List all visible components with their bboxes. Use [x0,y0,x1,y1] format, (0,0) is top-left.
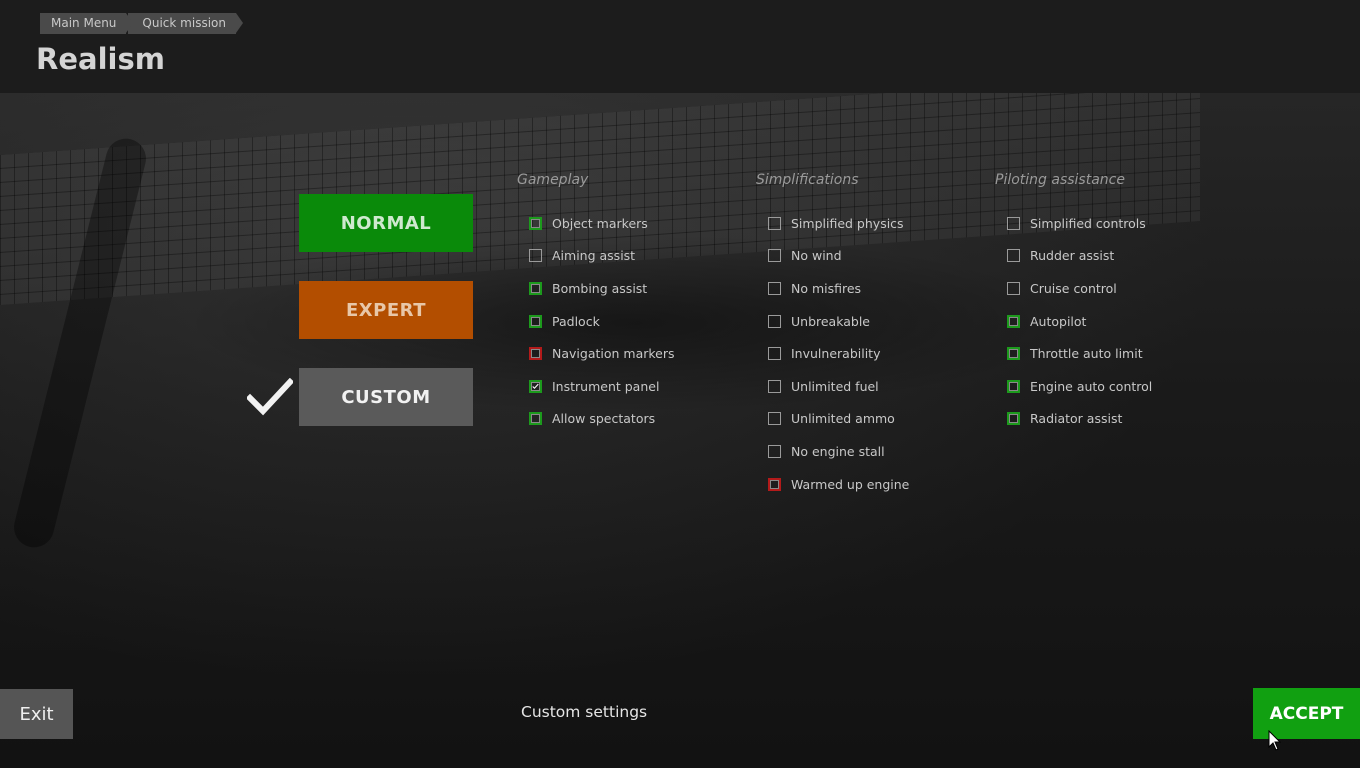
checkmark-icon [247,378,293,416]
checkbox-navigation-markers[interactable] [529,347,542,361]
piloting-title: Piloting assistance [995,172,1125,188]
exit-button[interactable]: Exit [0,689,73,739]
option-label: Radiator assist [1030,411,1123,427]
breadcrumb-main-menu[interactable]: Main Menu [40,13,134,34]
option-navigation-markers[interactable]: Navigation markers [517,337,747,370]
checkbox-throttle-auto-limit[interactable] [1007,347,1020,361]
checkbox-simplified-controls[interactable] [1007,216,1020,230]
checkbox-unbreakable[interactable] [768,314,781,328]
option-no-wind[interactable]: No wind [756,240,986,273]
option-label: Invulnerability [791,346,881,362]
checkbox-allow-spectators[interactable] [529,412,542,426]
option-warmed-up-engine[interactable]: Warmed up engine [756,468,986,501]
option-no-engine-stall[interactable]: No engine stall [756,435,986,468]
option-allow-spectators[interactable]: Allow spectators [517,403,747,436]
simplifications-title: Simplifications [756,172,859,188]
checkbox-unlimited-fuel[interactable] [768,379,781,393]
checkbox-instrument-panel[interactable] [529,379,542,393]
gameplay-title: Gameplay [517,172,589,188]
option-label: No wind [791,248,842,264]
simplifications-column: Simplifications Simplified physics No win… [756,168,986,500]
checkbox-aiming-assist[interactable] [529,249,542,263]
option-unlimited-ammo[interactable]: Unlimited ammo [756,403,986,436]
breadcrumb-quick-mission[interactable]: Quick mission [128,13,243,34]
checkbox-invulnerability[interactable] [768,347,781,361]
checkbox-padlock[interactable] [529,314,542,328]
option-label: Throttle auto limit [1030,346,1143,362]
option-label: Rudder assist [1030,248,1115,264]
option-simplified-controls[interactable]: Simplified controls [995,207,1225,240]
option-radiator-assist[interactable]: Radiator assist [995,403,1225,436]
option-label: No engine stall [791,443,885,459]
option-label: Allow spectators [552,411,656,427]
option-label: Unlimited ammo [791,411,895,427]
checkbox-rudder-assist[interactable] [1007,249,1020,263]
option-label: Aiming assist [552,248,636,264]
simplifications-options: Simplified physics No wind No misfires Unbr… [756,207,986,500]
gameplay-column: Gameplay Object markers Aiming assist Bomb… [517,168,747,435]
option-instrument-panel[interactable]: Instrument panel [517,370,747,403]
option-label: No misfires [791,280,862,296]
checkbox-bombing-assist[interactable] [529,281,542,295]
option-autopilot[interactable]: Autopilot [995,305,1225,338]
option-aiming-assist[interactable]: Aiming assist [517,240,747,273]
piloting-options: Simplified controls Rudder assist Cruise c… [995,207,1225,435]
option-label: Simplified physics [791,215,904,231]
checkbox-cruise-control[interactable] [1007,281,1020,295]
option-label: Warmed up engine [791,476,910,492]
option-label: Unlimited fuel [791,378,879,394]
option-engine-auto-control[interactable]: Engine auto control [995,370,1225,403]
option-label: Object markers [552,215,648,231]
option-label: Simplified controls [1030,215,1146,231]
option-unbreakable[interactable]: Unbreakable [756,305,986,338]
checkbox-simplified-physics[interactable] [768,216,781,230]
option-label: Instrument panel [552,378,660,394]
option-padlock[interactable]: Padlock [517,305,747,338]
checkbox-no-engine-stall[interactable] [768,444,781,458]
option-simplified-physics[interactable]: Simplified physics [756,207,986,240]
option-cruise-control[interactable]: Cruise control [995,272,1225,305]
option-label: Unbreakable [791,313,870,329]
preset-expert-button[interactable]: EXPERT [299,281,473,339]
option-object-markers[interactable]: Object markers [517,207,747,240]
checkbox-radiator-assist[interactable] [1007,412,1020,426]
mouse-cursor-icon [1268,730,1282,751]
checkbox-unlimited-ammo[interactable] [768,412,781,426]
checkbox-no-wind[interactable] [768,249,781,263]
checkbox-no-misfires[interactable] [768,281,781,295]
option-bombing-assist[interactable]: Bombing assist [517,272,747,305]
option-label: Navigation markers [552,346,675,362]
piloting-column: Piloting assistance Simplified controls R… [995,168,1225,435]
option-unlimited-fuel[interactable]: Unlimited fuel [756,370,986,403]
option-label: Padlock [552,313,600,329]
gameplay-options: Object markers Aiming assist Bombing assis… [517,207,747,435]
breadcrumb: Main Menu Quick mission [40,13,243,34]
checkbox-autopilot[interactable] [1007,314,1020,328]
checkbox-engine-auto-control[interactable] [1007,379,1020,393]
checkbox-object-markers[interactable] [529,216,542,230]
option-label: Cruise control [1030,280,1117,296]
option-label: Bombing assist [552,280,648,296]
custom-settings-label: Custom settings [521,703,648,721]
preset-custom-button[interactable]: CUSTOM [299,368,473,426]
page-title: Realism [36,42,165,76]
option-label: Engine auto control [1030,378,1153,394]
checkbox-warmed-up-engine[interactable] [768,477,781,491]
option-invulnerability[interactable]: Invulnerability [756,337,986,370]
option-throttle-auto-limit[interactable]: Throttle auto limit [995,337,1225,370]
option-label: Autopilot [1030,313,1087,329]
option-no-misfires[interactable]: No misfires [756,272,986,305]
checkbox-tick-icon [532,383,539,389]
option-rudder-assist[interactable]: Rudder assist [995,240,1225,273]
preset-normal-button[interactable]: NORMAL [299,194,473,252]
